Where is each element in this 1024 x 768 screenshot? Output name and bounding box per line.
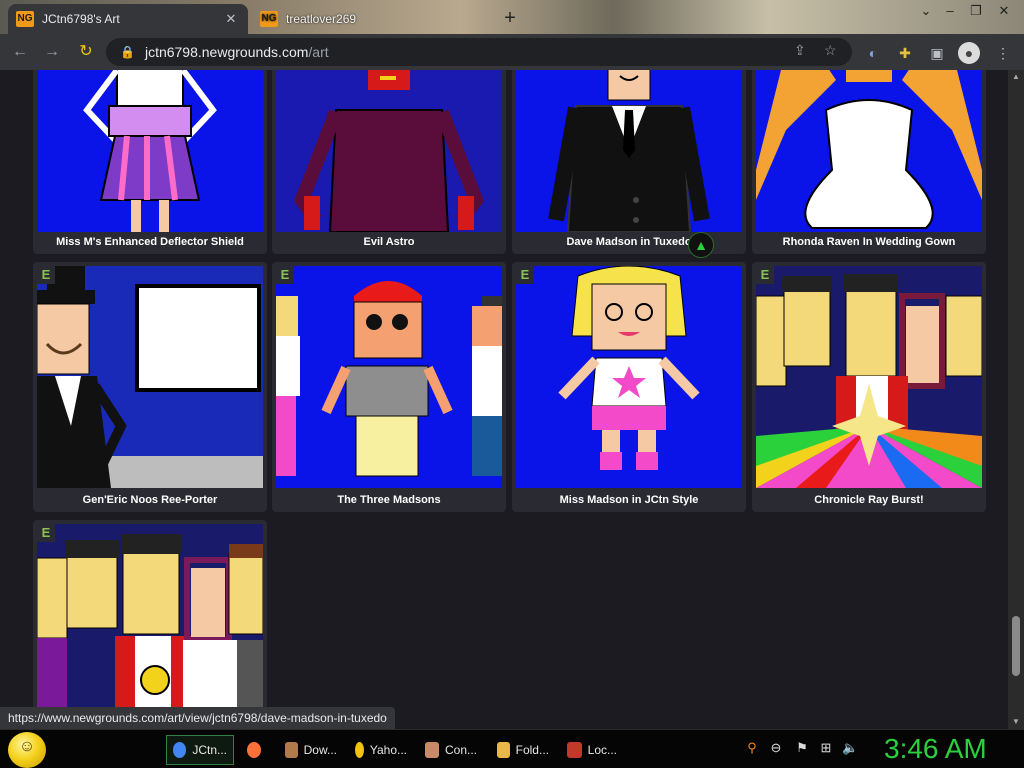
taskbar-app-label: Dow... xyxy=(303,743,337,757)
downloads-icon xyxy=(285,742,298,758)
taskbar-app-label: Loc... xyxy=(587,743,617,757)
tab-label: JCtn6798's Art xyxy=(42,12,120,26)
everyone-rating-badge: E xyxy=(37,266,55,284)
window-close-icon[interactable]: ✕ xyxy=(990,0,1018,22)
flag-icon[interactable]: ⚑ xyxy=(794,740,810,756)
chrome-icon xyxy=(173,742,187,758)
artwork-title: Gen'Eric Noos Ree-Porter xyxy=(82,494,218,506)
art-card[interactable]: E xyxy=(272,262,506,512)
scroll-up-arrow-icon[interactable]: ▲ xyxy=(1008,70,1024,84)
firefox-icon xyxy=(247,742,261,758)
forward-arrow-icon[interactable]: → xyxy=(40,40,64,64)
bookmark-star-icon[interactable]: ☆ xyxy=(824,42,837,59)
network-icon[interactable]: ⊞ xyxy=(818,740,834,756)
search-icon[interactable]: ⚲ xyxy=(744,740,760,756)
taskbar-app-label: Con... xyxy=(444,743,477,757)
restore-icon[interactable]: ❐ xyxy=(962,0,990,22)
profile-avatar-icon[interactable]: ● xyxy=(958,42,980,64)
artwork-title: Rhonda Raven In Wedding Gown xyxy=(782,236,956,248)
address-bar[interactable]: 🔒 jctn6798.newgrounds.com/art ⇪ ☆ xyxy=(106,38,852,66)
scrollbar-thumb[interactable] xyxy=(1012,616,1020,676)
url-host: jctn6798.newgrounds.com xyxy=(144,44,309,60)
scroll-down-arrow-icon[interactable]: ▼ xyxy=(1008,715,1024,729)
status-url-bubble: https://www.newgrounds.com/art/view/jctn… xyxy=(0,707,395,729)
taskbar-app-label: Yaho... xyxy=(369,743,407,757)
everyone-rating-badge: E xyxy=(276,266,294,284)
artwork-thumbnail[interactable] xyxy=(276,70,502,232)
folder-icon xyxy=(497,742,510,758)
art-card[interactable]: E xyxy=(33,520,267,729)
browser-toolbar: ← → ↻ 🔒 jctn6798.newgrounds.com/art ⇪ ☆ … xyxy=(0,34,1024,70)
artwork-title: Evil Astro xyxy=(363,236,415,248)
art-card[interactable]: Dave Madson in Tuxedo xyxy=(512,70,746,254)
share-icon[interactable]: ⇪ xyxy=(794,42,806,59)
art-card[interactable]: E xyxy=(512,262,746,512)
tab-treatlover[interactable]: NG treatlover269 xyxy=(252,4,462,34)
artwork-thumbnail[interactable] xyxy=(756,266,982,488)
url-path: /art xyxy=(308,44,329,60)
artwork-title: Miss M's Enhanced Deflector Shield xyxy=(56,236,244,248)
side-panel-icon[interactable]: ▣ xyxy=(926,42,948,64)
everyone-rating-badge: E xyxy=(756,266,774,284)
artwork-title: Chronicle Ray Burst! xyxy=(814,494,924,506)
status-icon[interactable]: ⊖ xyxy=(768,740,784,756)
back-arrow-icon[interactable]: ← xyxy=(8,40,32,64)
taskbar-app-label: Fold... xyxy=(515,743,549,757)
taskbar-app-label: JCtn... xyxy=(192,743,227,757)
start-button[interactable]: ☺ xyxy=(8,732,46,768)
artwork-title: The Three Madsons xyxy=(337,494,441,506)
art-gallery: Miss M's Enhanced Deflector Shield Evil … xyxy=(0,70,1008,729)
tab-strip: NG JCtn6798's Art ✕ NG treatlover269 + ⌄… xyxy=(0,0,1024,34)
artwork-thumbnail[interactable] xyxy=(516,266,742,488)
ng-cursor-arrow-icon: ▲ xyxy=(688,232,714,258)
taskbar-app-firefox[interactable] xyxy=(240,735,274,765)
lock-icon: 🔒 xyxy=(120,45,135,59)
puzzle-extensions-icon[interactable]: ✚ xyxy=(894,42,916,64)
taskbar-app-contacts[interactable]: Con... xyxy=(418,735,484,765)
taskbar: ☺ JCtn... Dow... Yaho... Con... Fold... … xyxy=(0,729,1024,768)
newgrounds-favicon-icon: NG xyxy=(16,11,34,27)
artwork-thumbnail[interactable] xyxy=(37,266,263,488)
artwork-thumbnail[interactable] xyxy=(37,524,263,729)
art-card[interactable]: Miss M's Enhanced Deflector Shield xyxy=(33,70,267,254)
taskbar-app-downloads[interactable]: Dow... xyxy=(278,735,344,765)
everyone-rating-badge: E xyxy=(516,266,534,284)
new-tab-plus-icon[interactable]: + xyxy=(498,6,522,30)
artwork-thumbnail[interactable] xyxy=(276,266,502,488)
volume-icon[interactable]: 🔈 xyxy=(842,740,858,756)
artwork-thumbnail[interactable] xyxy=(756,70,982,232)
extension-flag-icon[interactable]: ◐ xyxy=(862,42,884,64)
smiley-icon: ☺ xyxy=(18,738,36,755)
tab-jctn-art[interactable]: NG JCtn6798's Art ✕ xyxy=(8,4,248,34)
minimize-icon[interactable]: – xyxy=(936,0,964,22)
taskbar-app-folder[interactable]: Fold... xyxy=(490,735,556,765)
close-icon[interactable]: ✕ xyxy=(222,11,240,27)
artwork-thumbnail[interactable] xyxy=(37,70,263,232)
clock[interactable]: 3:46 AM xyxy=(884,732,1016,766)
art-card[interactable]: E Gen'Eric Noos Ree-Porter xyxy=(33,262,267,512)
taskbar-app-yahoo[interactable]: Yaho... xyxy=(348,735,414,765)
art-card[interactable]: E xyxy=(752,262,986,512)
taskbar-app-chrome[interactable]: JCtn... xyxy=(166,735,234,765)
artwork-thumbnail[interactable] xyxy=(516,70,742,232)
vertical-scrollbar[interactable]: ▲ ▼ xyxy=(1008,70,1024,729)
art-card[interactable]: Rhonda Raven In Wedding Gown xyxy=(752,70,986,254)
reload-icon[interactable]: ↻ xyxy=(74,40,98,64)
contacts-icon xyxy=(425,742,439,758)
taskbar-app-local[interactable]: Loc... xyxy=(560,735,624,765)
local-disk-icon xyxy=(567,742,582,758)
art-card[interactable]: Evil Astro xyxy=(272,70,506,254)
yahoo-messenger-icon xyxy=(355,742,364,758)
newgrounds-favicon-icon: NG xyxy=(260,11,278,27)
artwork-title: Miss Madson in JCtn Style xyxy=(559,494,699,506)
kebab-menu-icon[interactable]: ⋮ xyxy=(992,42,1014,64)
everyone-rating-badge: E xyxy=(37,524,55,542)
tab-label: treatlover269 xyxy=(286,12,357,26)
